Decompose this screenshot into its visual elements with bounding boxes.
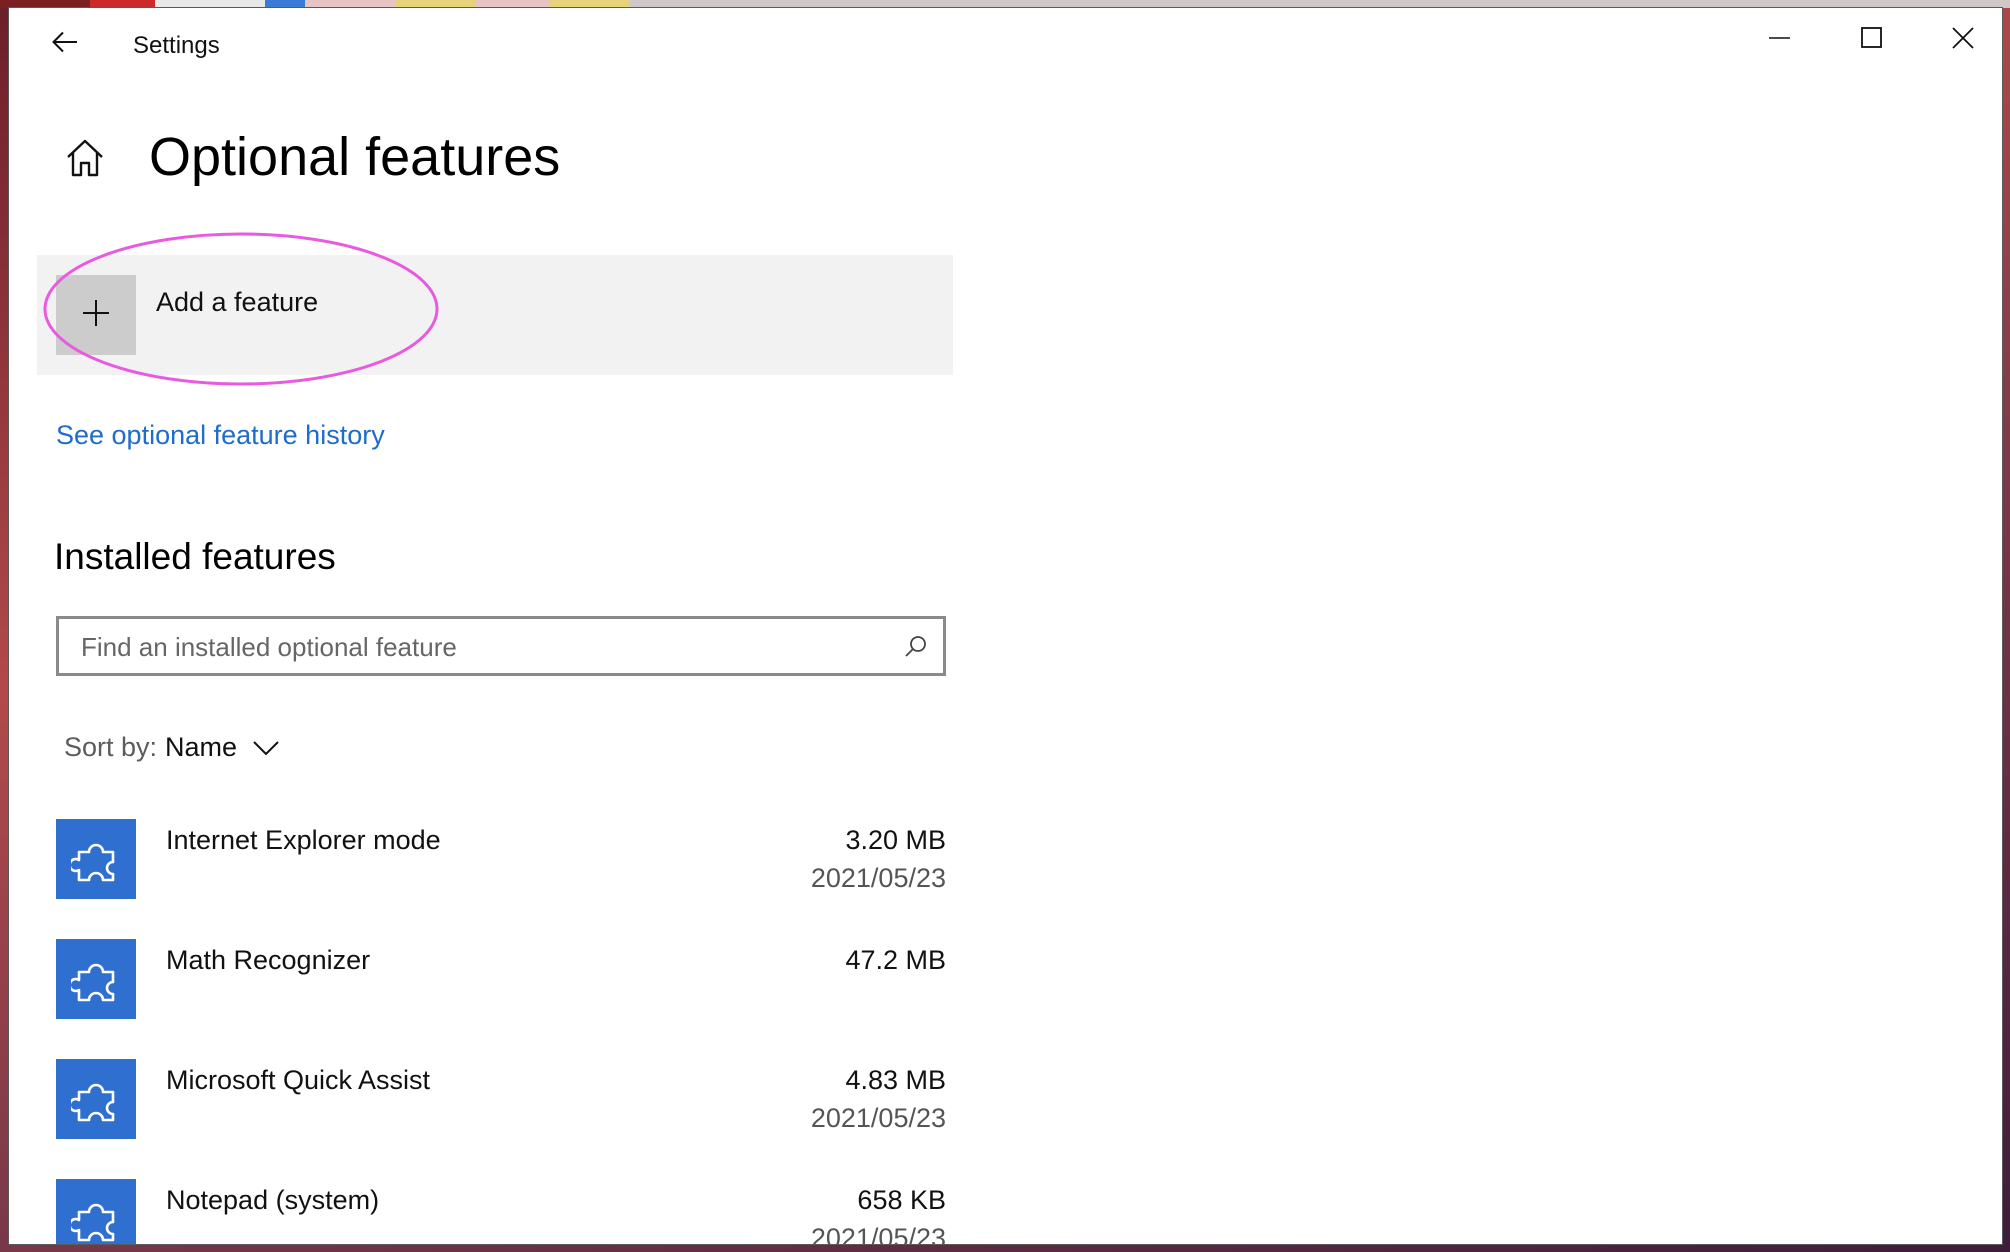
- feature-name: Internet Explorer mode: [166, 825, 441, 855]
- search-input[interactable]: [79, 619, 883, 675]
- search-field[interactable]: [56, 616, 946, 676]
- close-icon: [1952, 26, 1974, 54]
- search-icon[interactable]: [903, 633, 929, 659]
- optional-feature-history-link[interactable]: See optional feature history: [56, 420, 385, 451]
- add-icon-tile: [56, 275, 136, 355]
- puzzle-piece-icon: [56, 939, 136, 1019]
- feature-size: 47.2 MB: [845, 945, 946, 975]
- installed-features-heading: Installed features: [54, 536, 336, 577]
- home-icon[interactable]: [63, 136, 107, 180]
- page-title: Optional features: [149, 127, 561, 187]
- feature-name: Microsoft Quick Assist: [166, 1065, 431, 1095]
- list-item[interactable]: Math Recognizer 47.2 MB: [56, 931, 946, 1051]
- maximize-button[interactable]: [1826, 8, 1918, 72]
- background-window-strip: [0, 0, 2010, 8]
- sort-value: Name: [165, 732, 238, 762]
- feature-size: 3.20 MB: [845, 825, 946, 855]
- list-item[interactable]: Internet Explorer mode 3.20 MB 2021/05/2…: [56, 811, 946, 931]
- feature-size: 658 KB: [857, 1185, 946, 1215]
- feature-size: 4.83 MB: [845, 1065, 946, 1095]
- back-arrow-icon: [52, 31, 78, 58]
- feature-name: Notepad (system): [166, 1185, 380, 1215]
- minimize-icon: [1769, 27, 1791, 54]
- puzzle-piece-icon: [56, 1179, 136, 1244]
- sort-dropdown[interactable]: Sort by: Name: [64, 732, 279, 763]
- minimize-button[interactable]: [1734, 8, 1826, 72]
- app-title: Settings: [133, 32, 220, 59]
- feature-date: 2021/05/23: [810, 1223, 946, 1244]
- puzzle-piece-icon: [56, 1059, 136, 1139]
- plus-icon: [81, 298, 111, 333]
- list-item[interactable]: Microsoft Quick Assist 4.83 MB 2021/05/2…: [56, 1051, 946, 1171]
- close-button[interactable]: [1917, 8, 2002, 72]
- puzzle-piece-icon: [56, 819, 136, 899]
- title-bar: Settings: [9, 8, 2002, 72]
- add-feature-label: Add a feature: [156, 287, 319, 317]
- feature-date: 2021/05/23: [810, 863, 946, 893]
- feature-name: Math Recognizer: [166, 945, 371, 975]
- maximize-icon: [1861, 26, 1883, 54]
- list-item[interactable]: Notepad (system) 658 KB 2021/05/23: [56, 1171, 946, 1244]
- add-feature-button[interactable]: Add a feature: [37, 255, 953, 375]
- installed-features-list: Internet Explorer mode 3.20 MB 2021/05/2…: [56, 811, 946, 1244]
- feature-date: 2021/05/23: [810, 1103, 946, 1133]
- chevron-down-icon: [253, 740, 279, 756]
- settings-window: Settings Optional features Add a feature…: [9, 8, 2002, 1244]
- back-button[interactable]: [37, 22, 93, 66]
- sort-label: Sort by:: [64, 732, 158, 762]
